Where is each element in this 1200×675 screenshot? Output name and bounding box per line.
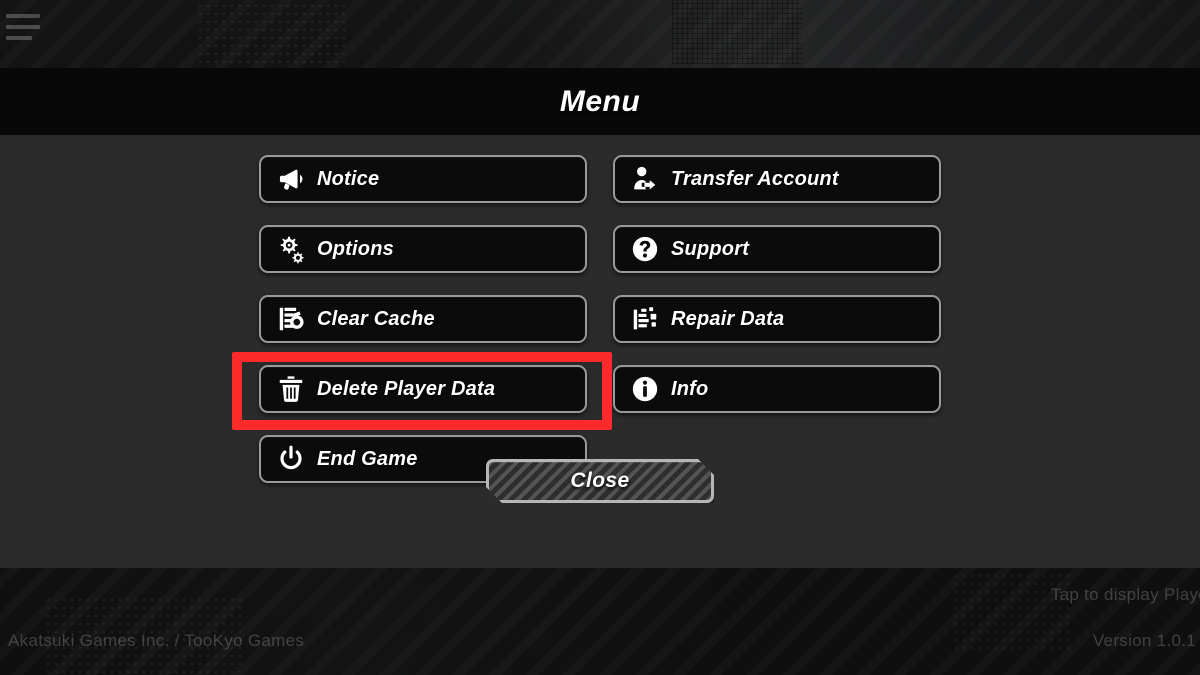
gears-icon xyxy=(274,232,308,266)
hamburger-menu-icon[interactable] xyxy=(6,14,40,40)
menu-button-label: Notice xyxy=(317,167,380,190)
game-menu-screen: Tap to display Player Akatsuki Games Inc… xyxy=(0,0,1200,675)
info-circle-icon xyxy=(628,372,662,406)
menu-button-clear-cache[interactable]: Clear Cache xyxy=(259,295,587,343)
close-button[interactable]: Close xyxy=(486,459,714,503)
menu-button-notice[interactable]: Notice xyxy=(259,155,587,203)
menu-button-label: Support xyxy=(671,237,750,260)
menu-button-label: Transfer Account xyxy=(671,167,839,190)
menu-button-delete-player-data[interactable]: Delete Player Data xyxy=(259,365,587,413)
menu-button-label: Options xyxy=(317,237,394,260)
menu-body: Notice Transfer Account Options Support … xyxy=(0,135,1200,568)
person-transfer-icon xyxy=(628,162,662,196)
tap-to-display-player-hint: Tap to display Player xyxy=(1050,585,1200,604)
menu-button-label: Info xyxy=(671,377,709,400)
close-button-row: Close xyxy=(0,459,1200,503)
menu-title: Menu xyxy=(559,85,641,118)
menu-button-grid: Notice Transfer Account Options Support … xyxy=(259,155,941,483)
document-refresh-icon xyxy=(274,302,308,336)
megaphone-icon xyxy=(274,162,308,196)
menu-button-label: Delete Player Data xyxy=(317,377,496,400)
menu-button-label: Repair Data xyxy=(671,307,785,330)
menu-button-info[interactable]: Info xyxy=(613,365,941,413)
hamburger-bar xyxy=(6,25,40,29)
trash-icon xyxy=(274,372,308,406)
menu-panel: Menu Notice Transfer Account Options Sup… xyxy=(0,68,1200,568)
document-repair-icon xyxy=(628,302,662,336)
hamburger-bar xyxy=(6,14,40,18)
menu-button-options[interactable]: Options xyxy=(259,225,587,273)
hamburger-bar xyxy=(6,36,32,40)
menu-button-label: Clear Cache xyxy=(317,307,435,330)
menu-button-support[interactable]: Support xyxy=(613,225,941,273)
menu-button-transfer-account[interactable]: Transfer Account xyxy=(613,155,941,203)
version-label: Version 1.0.1 xyxy=(1092,631,1196,650)
question-circle-icon xyxy=(628,232,662,266)
close-button-label: Close xyxy=(570,469,630,492)
copyright-credit: Akatsuki Games Inc. / TooKyo Games xyxy=(8,631,305,650)
menu-button-repair-data[interactable]: Repair Data xyxy=(613,295,941,343)
